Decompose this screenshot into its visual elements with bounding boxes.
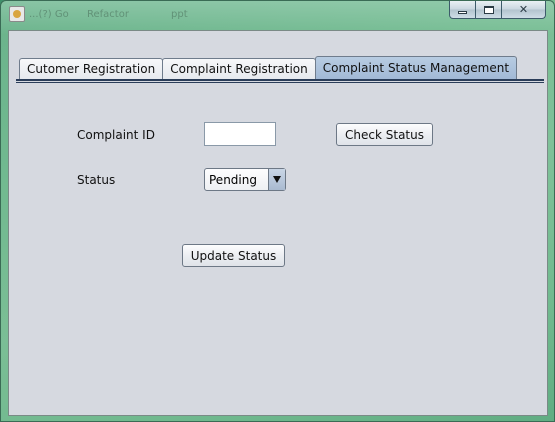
close-icon: ✕ <box>518 3 529 16</box>
status-selected-value: Pending <box>209 173 257 187</box>
application-window: ...(?) Go Refactor ppt ✕ Cutomer Registr… <box>0 0 555 422</box>
tab-complaint-registration[interactable]: Complaint Registration <box>162 58 316 79</box>
title-bar[interactable]: ...(?) Go Refactor ppt ✕ <box>1 1 554 27</box>
title-ghost-text: ppt <box>171 9 188 20</box>
status-dropdown[interactable]: Pending <box>204 168 286 191</box>
tab-complaint-status-management[interactable]: Complaint Status Management <box>314 56 518 79</box>
dropdown-arrow-icon[interactable] <box>268 169 285 190</box>
minimize-icon <box>458 11 467 14</box>
java-app-icon <box>9 6 25 22</box>
close-button[interactable]: ✕ <box>502 1 546 19</box>
complaint-id-label: Complaint ID <box>77 128 155 142</box>
minimize-button[interactable] <box>449 1 476 19</box>
update-status-button[interactable]: Update Status <box>182 244 285 267</box>
complaint-id-input[interactable] <box>204 122 276 146</box>
tab-bar: Cutomer Registration Complaint Registrat… <box>19 56 518 79</box>
status-label: Status <box>77 173 116 187</box>
content-panel: Cutomer Registration Complaint Registrat… <box>8 30 548 416</box>
title-ghost-text: Refactor <box>87 9 129 20</box>
check-status-button[interactable]: Check Status <box>336 123 433 146</box>
maximize-icon <box>483 5 494 14</box>
title-ghost-text: ...(?) Go <box>29 9 69 20</box>
maximize-button[interactable] <box>476 1 502 19</box>
tab-customer-registration[interactable]: Cutomer Registration <box>19 58 164 79</box>
window-controls: ✕ <box>449 1 546 19</box>
tab-underline <box>16 82 544 83</box>
tab-underline <box>16 79 544 81</box>
